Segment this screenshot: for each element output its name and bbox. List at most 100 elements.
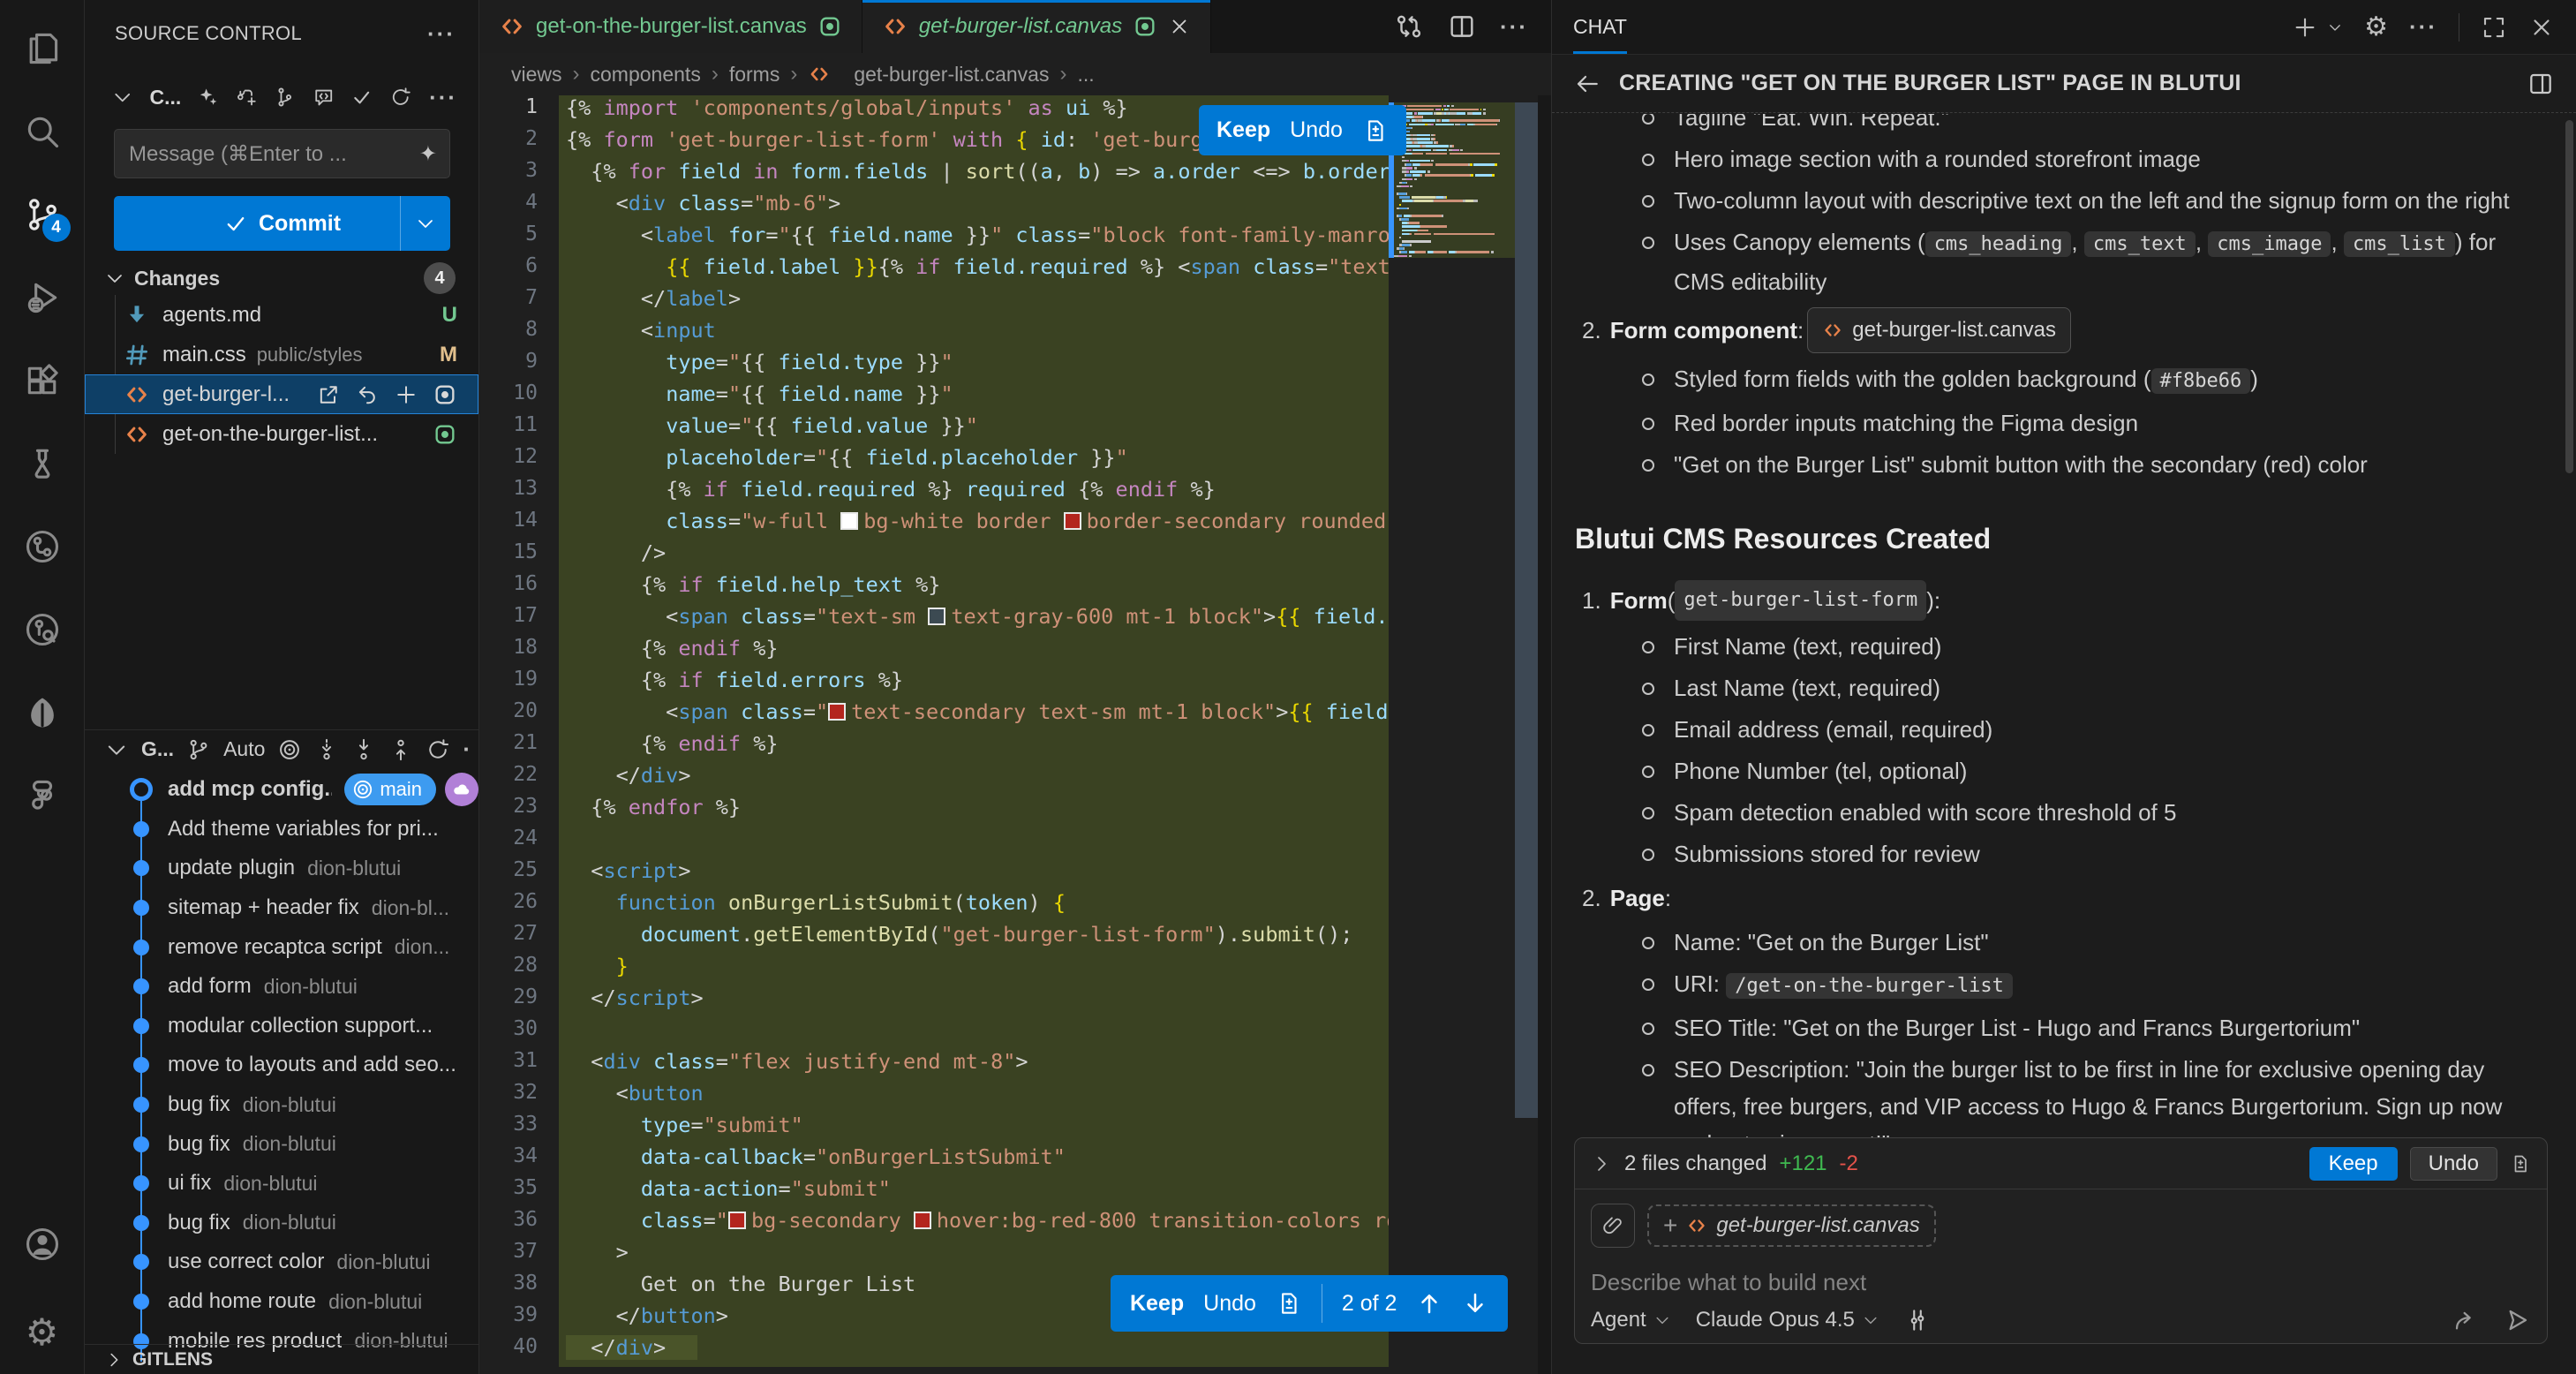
refresh-icon[interactable] (426, 737, 450, 762)
activity-item-git-graph[interactable] (0, 505, 85, 588)
breadcrumb-item[interactable]: get-burger-list.canvas (854, 63, 1049, 87)
keep-button[interactable]: Keep (1216, 117, 1270, 143)
repo-more-icon[interactable]: ··· (429, 84, 457, 111)
change-row[interactable]: get-burger-l... (85, 374, 478, 414)
graph-icon[interactable] (274, 84, 296, 110)
gear-icon[interactable]: ⚙ (2364, 14, 2388, 41)
attach-button[interactable] (1591, 1204, 1635, 1248)
pull-icon[interactable] (351, 737, 376, 762)
graph-more-icon[interactable]: · (463, 736, 472, 763)
tab-get-burger-list[interactable]: get-burger-list.canvas (862, 0, 1211, 53)
commit-row[interactable]: Add theme variables for pri... (85, 810, 478, 849)
editor-more-icon[interactable]: ··· (1500, 13, 1528, 41)
commit-row[interactable]: modular collection support... (85, 1007, 478, 1046)
commit-row[interactable]: add mcp config...main (85, 770, 478, 810)
keep-file-icon[interactable] (1276, 1290, 1302, 1317)
context-file-chip[interactable]: + get-burger-list.canvas (1647, 1204, 1936, 1247)
chat-more-icon[interactable]: ··· (2409, 13, 2437, 41)
activity-item-manage-settings[interactable]: ⚙ (0, 1291, 85, 1374)
undo-button[interactable]: Undo (1290, 117, 1343, 143)
changes-section-header[interactable]: Changes 4 (85, 261, 478, 295)
compare-changes-icon[interactable] (1394, 11, 1424, 42)
repo-row[interactable]: C... ··· (85, 78, 478, 117)
commit-row[interactable]: add home routedion-blutui (85, 1282, 478, 1322)
previous-change-icon[interactable] (1416, 1290, 1442, 1317)
breadcrumb[interactable]: views › components › forms › get-burger-… (479, 53, 1551, 95)
code-editor[interactable]: 1234567891011121314151617181920212223242… (479, 95, 1551, 1374)
generate-message-icon[interactable]: ✦ (419, 141, 437, 167)
chevron-right-icon[interactable] (1591, 1153, 1612, 1174)
editor-scrollbar[interactable] (1515, 102, 1538, 1118)
activity-item-run-and-debug[interactable] (0, 256, 85, 339)
keep-file-icon[interactable] (1362, 117, 1389, 144)
sidebar-more-icon[interactable]: ··· (427, 20, 456, 48)
tools-icon[interactable] (1904, 1307, 1931, 1333)
tab-get-on-the-burger-list[interactable]: get-on-the-burger-list.canvas (479, 0, 862, 53)
commit-row[interactable]: sitemap + header fixdion-bl... (85, 888, 478, 928)
check-icon[interactable] (350, 84, 373, 110)
open-file-icon[interactable] (316, 382, 341, 407)
keep-all-button[interactable]: Keep (2309, 1147, 2398, 1181)
commit-row[interactable]: bug fixdion-blutui (85, 1204, 478, 1243)
chat-message-area[interactable]: Tagline "Eat. Win. Repeat."Hero image se… (1552, 114, 2565, 1137)
code-content[interactable]: {% import 'components/global/inputs' as … (559, 95, 1389, 1367)
new-chat-icon[interactable] (2292, 14, 2318, 41)
tab-chat[interactable]: CHAT (1573, 0, 1627, 54)
graph-auto-label[interactable]: Auto (223, 737, 265, 761)
refresh-icon[interactable] (389, 84, 411, 110)
commit-row[interactable]: add formdion-blutui (85, 967, 478, 1007)
commit-row[interactable]: ui fixdion-blutui (85, 1164, 478, 1204)
split-editor-icon[interactable] (1447, 11, 1477, 42)
commit-message-input[interactable]: Message (⌘Enter to ... ✦ (114, 129, 450, 178)
keep-file-icon[interactable] (2510, 1153, 2531, 1174)
model-selector[interactable]: Claude Opus 4.5 (1696, 1308, 1879, 1332)
commit-row[interactable]: use correct colordion-blutui (85, 1242, 478, 1282)
commit-button[interactable]: Commit (114, 196, 450, 251)
close-tab-icon[interactable] (1168, 15, 1191, 38)
graph-section-header[interactable]: G... Auto · (85, 729, 478, 768)
activity-item-search[interactable] (0, 90, 85, 173)
commit-row[interactable]: bug fixdion-blutui (85, 1085, 478, 1125)
send-icon[interactable] (2503, 1306, 2531, 1334)
activity-item-explorer[interactable] (0, 7, 85, 90)
activity-item-source-control[interactable]: 4 (0, 173, 85, 256)
activity-item-accounts[interactable] (0, 1203, 85, 1291)
file-reference-chip[interactable]: get-burger-list.canvas (1807, 307, 2071, 353)
commit-row[interactable]: bug fixdion-blutui (85, 1124, 478, 1164)
commit-row[interactable]: remove recaptca scriptdion... (85, 927, 478, 967)
back-icon[interactable] (1573, 70, 1601, 98)
close-panel-icon[interactable] (2528, 14, 2555, 41)
open-in-editor-icon[interactable] (2527, 70, 2555, 98)
change-row[interactable]: main.csspublic/stylesM (85, 335, 478, 374)
composer-placeholder[interactable]: Describe what to build next (1591, 1269, 2531, 1296)
chat-scrollbar[interactable] (2565, 120, 2573, 473)
minimap[interactable] (1389, 95, 1515, 1374)
chevron-down-icon[interactable] (2327, 19, 2343, 35)
undo-all-button[interactable]: Undo (2410, 1147, 2497, 1181)
files-changed-summary[interactable]: 2 files changed (1624, 1151, 1766, 1176)
target-icon[interactable] (277, 737, 302, 762)
continue-arrow-icon[interactable] (2452, 1306, 2480, 1334)
commit-row[interactable]: move to layouts and add seo... (85, 1046, 478, 1085)
breadcrumb-item[interactable]: ... (1077, 63, 1094, 87)
keep-button[interactable]: Keep (1130, 1291, 1184, 1317)
activity-item-leaf-extension[interactable] (0, 671, 85, 754)
maximize-panel-icon[interactable] (2481, 14, 2507, 41)
commit-row[interactable]: update plugindion-blutui (85, 849, 478, 888)
breadcrumb-item[interactable]: components (591, 63, 701, 87)
gitlens-section-header[interactable]: GITLENS (85, 1344, 478, 1374)
activity-item-figma-extension[interactable] (0, 754, 85, 837)
sparkle-icon[interactable] (197, 84, 219, 110)
discard-changes-icon[interactable] (355, 382, 380, 407)
undo-button[interactable]: Undo (1203, 1291, 1256, 1317)
push-icon[interactable] (388, 737, 413, 762)
activity-item-testing[interactable] (0, 422, 85, 505)
change-row[interactable]: agents.mdU (85, 295, 478, 335)
stage-changes-icon[interactable] (394, 382, 418, 407)
create-pull-request-icon[interactable] (236, 84, 258, 110)
composer-body[interactable]: + get-burger-list.canvas Describe what t… (1575, 1189, 2547, 1345)
branch-badge[interactable]: main (344, 774, 436, 805)
activity-item-gitlens[interactable] (0, 588, 85, 671)
breadcrumb-item[interactable]: views (511, 63, 562, 87)
change-row[interactable]: get-on-the-burger-list... (85, 414, 478, 454)
